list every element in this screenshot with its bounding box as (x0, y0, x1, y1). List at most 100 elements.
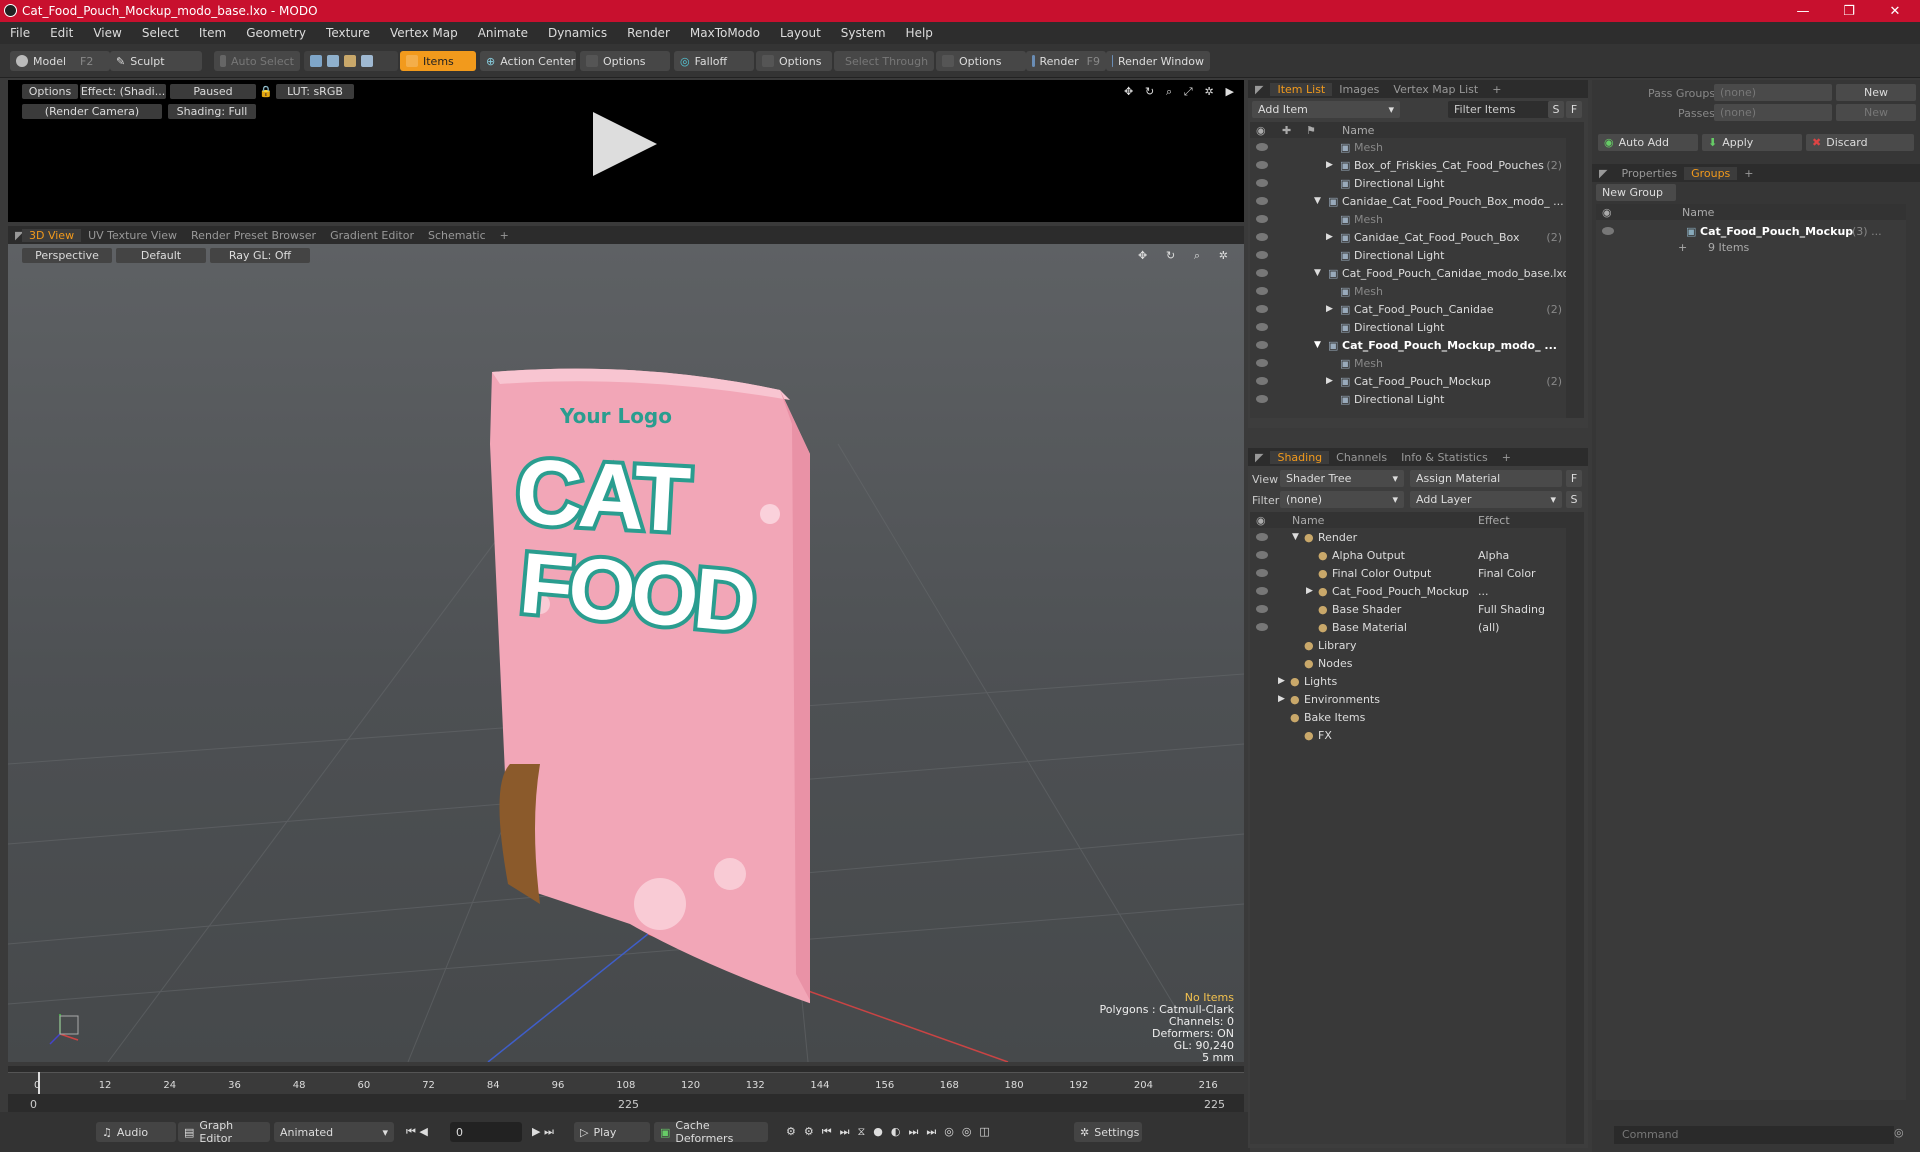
panel-menu-icon[interactable]: ◤ (1248, 451, 1270, 464)
add-tab-button[interactable]: + (493, 229, 516, 242)
frame-input[interactable]: 0 (450, 1122, 522, 1142)
layer-effect[interactable]: Alpha (1478, 549, 1509, 562)
record-icon[interactable]: ◎ (1894, 1126, 1904, 1139)
falloff-button[interactable]: ◎ Falloff (674, 51, 754, 71)
menu-geometry[interactable]: Geometry (236, 26, 316, 40)
camera-dropdown[interactable]: (Render Camera) (22, 104, 162, 119)
items-mode-button[interactable]: Items (400, 51, 476, 71)
selection-mode-icons[interactable] (304, 51, 398, 71)
layer-effect[interactable]: Full Shading (1478, 603, 1545, 616)
tab-info-statistics[interactable]: Info & Statistics (1394, 451, 1495, 464)
play-icon[interactable] (593, 112, 657, 176)
eye-icon[interactable] (1256, 605, 1268, 613)
3d-viewport[interactable]: Perspective Default Ray GL: Off ✥ ↻ ⌕ ✲ You… (8, 244, 1244, 1062)
zoom-icon[interactable]: ⌕ (1194, 249, 1200, 263)
lock-icon[interactable]: 🔒 (259, 84, 273, 99)
raygl-toggle[interactable]: Ray GL: Off (210, 248, 310, 263)
shader-tree-row[interactable]: ▶ ● Lights (1250, 672, 1566, 690)
shader-tree-row[interactable]: ▶ ● Environments (1250, 690, 1566, 708)
shader-tree-row[interactable]: ▼ ● Render (1250, 528, 1566, 546)
audio-button[interactable]: ♫ Audio (96, 1122, 176, 1142)
item-list-row[interactable]: ▣ Directional Light (1250, 174, 1566, 192)
expand-icon[interactable]: ▶ (1278, 676, 1285, 686)
menu-item[interactable]: Item (189, 26, 236, 40)
menu-edit[interactable]: Edit (40, 26, 83, 40)
item-list-row[interactable]: ▣ Directional Light (1250, 318, 1566, 336)
render-button[interactable]: Render F9 (1026, 51, 1106, 71)
item-list-row[interactable]: ▶ ▣ Cat_Food_Pouch_Mockup (2) (1250, 372, 1566, 390)
shader-tree-row[interactable]: ● Library (1250, 636, 1566, 654)
shading-dropdown[interactable]: Shading: Full (168, 104, 256, 119)
menu-texture[interactable]: Texture (316, 26, 380, 40)
render-window-button[interactable]: Render Window (1106, 51, 1210, 71)
item-list-row[interactable]: ▼ ▣ Canidae_Cat_Food_Pouch_Box_modo_ ... (1250, 192, 1566, 210)
item-list-row[interactable]: ▣ Directional Light (1250, 246, 1566, 264)
eye-icon[interactable] (1602, 227, 1614, 235)
panel-menu-icon[interactable]: ◤ (1592, 167, 1614, 180)
shader-tree-dropdown[interactable]: Shader Tree ▾ (1280, 470, 1404, 487)
gear-icon[interactable]: ✲ (1219, 249, 1228, 262)
rotate-icon[interactable]: ↻ (1145, 85, 1154, 98)
vertex-mode-icon[interactable] (310, 55, 322, 67)
eye-icon[interactable] (1256, 377, 1268, 385)
expand-icon[interactable]: ▶ (1326, 160, 1333, 170)
auto-select-button[interactable]: Auto Select (214, 51, 300, 71)
eye-icon[interactable] (1256, 395, 1268, 403)
shader-tree-row[interactable]: ▶ ● Cat_Food_Pouch_Mockup... (1250, 582, 1566, 600)
tab-vertex-map-list[interactable]: Vertex Map List (1386, 83, 1485, 96)
eye-icon[interactable] (1256, 623, 1268, 631)
menu-view[interactable]: View (83, 26, 131, 40)
add-layer-dropdown[interactable]: Add Layer ▾ (1410, 491, 1562, 508)
expand-icon[interactable]: ▼ (1314, 196, 1321, 206)
action-center-button[interactable]: ⊕ Action Center (480, 51, 576, 71)
render-preview[interactable]: Options Effect: (Shadi... Paused 🔒 LUT: … (8, 80, 1244, 222)
eye-icon[interactable] (1256, 215, 1268, 223)
menu-file[interactable]: File (0, 26, 40, 40)
assign-material-button[interactable]: Assign Material (1410, 470, 1562, 487)
expand-icon[interactable]: ▶ (1278, 694, 1285, 704)
sculpt-mode-button[interactable]: ✎ Sculpt (110, 51, 202, 71)
item-list-scrollbar[interactable] (1566, 122, 1584, 418)
eye-icon[interactable] (1256, 269, 1268, 277)
eye-icon[interactable] (1256, 569, 1268, 577)
fit-icon[interactable]: ⤢ (1184, 85, 1193, 99)
item-list-row[interactable]: ▣ Mesh (1250, 138, 1566, 156)
add-tab-button[interactable]: + (1495, 451, 1518, 464)
menu-vertex-map[interactable]: Vertex Map (380, 26, 468, 40)
tab-shading[interactable]: Shading (1270, 450, 1330, 464)
arrow-right-icon[interactable]: ▶ (1225, 85, 1233, 98)
item-list-row[interactable]: ▶ ▣ Box_of_Friskies_Cat_Food_Pouches (2) (1250, 156, 1566, 174)
add-tab-button[interactable]: + (1485, 83, 1508, 96)
close-icon[interactable]: ✕ (1872, 0, 1918, 22)
name-column-header[interactable]: Name (1292, 514, 1324, 527)
item-list-row[interactable]: ▶ ▣ Canidae_Cat_Food_Pouch_Box (2) (1250, 228, 1566, 246)
animated-dropdown[interactable]: Animated ▾ (274, 1122, 394, 1142)
key-controls-icons[interactable]: ⚙⚙⏮⏭⧖●◐⏭⏭◎◎◫ (780, 1122, 1070, 1142)
expand-icon[interactable]: ▼ (1314, 268, 1321, 278)
shader-tree-row[interactable]: ● Alpha Output Alpha (1250, 546, 1566, 564)
eye-icon[interactable] (1256, 161, 1268, 169)
tab-properties[interactable]: Properties (1614, 167, 1684, 180)
item-list-row[interactable]: ▣ Mesh (1250, 210, 1566, 228)
eye-icon[interactable] (1256, 197, 1268, 205)
item-list-row[interactable]: ▼ ▣ Cat_Food_Pouch_Canidae_modo_base.lxo (1250, 264, 1569, 282)
menu-help[interactable]: Help (896, 26, 943, 40)
shading-s-button[interactable]: S (1566, 491, 1582, 508)
paused-toggle[interactable]: Paused (170, 84, 256, 99)
tab-uv-texture-view[interactable]: UV Texture View (81, 229, 184, 242)
apply-button[interactable]: ⬇ Apply (1702, 134, 1802, 151)
menu-render[interactable]: Render (617, 26, 680, 40)
eye-icon[interactable] (1256, 533, 1268, 541)
tab-schematic[interactable]: Schematic (421, 229, 493, 242)
passes-dropdown[interactable]: (none) (1714, 104, 1832, 121)
expand-icon[interactable]: ▶ (1326, 304, 1333, 314)
new-pass-group-button[interactable]: New (1836, 84, 1916, 101)
material-mode-icon[interactable] (361, 55, 373, 67)
tab-item-list[interactable]: Item List (1270, 82, 1333, 96)
preview-nav-icons[interactable]: ✥ ↻ ⌕ ⤢ ✲ ▶ (1124, 84, 1234, 99)
viewport-nav-icons[interactable]: ✥ ↻ ⌕ ✲ (1138, 248, 1228, 263)
expand-icon[interactable]: ▶ (1326, 232, 1333, 242)
new-group-button[interactable]: New Group (1596, 184, 1676, 201)
name-column-header[interactable]: Name (1682, 206, 1714, 219)
shader-scrollbar[interactable] (1566, 512, 1584, 1144)
